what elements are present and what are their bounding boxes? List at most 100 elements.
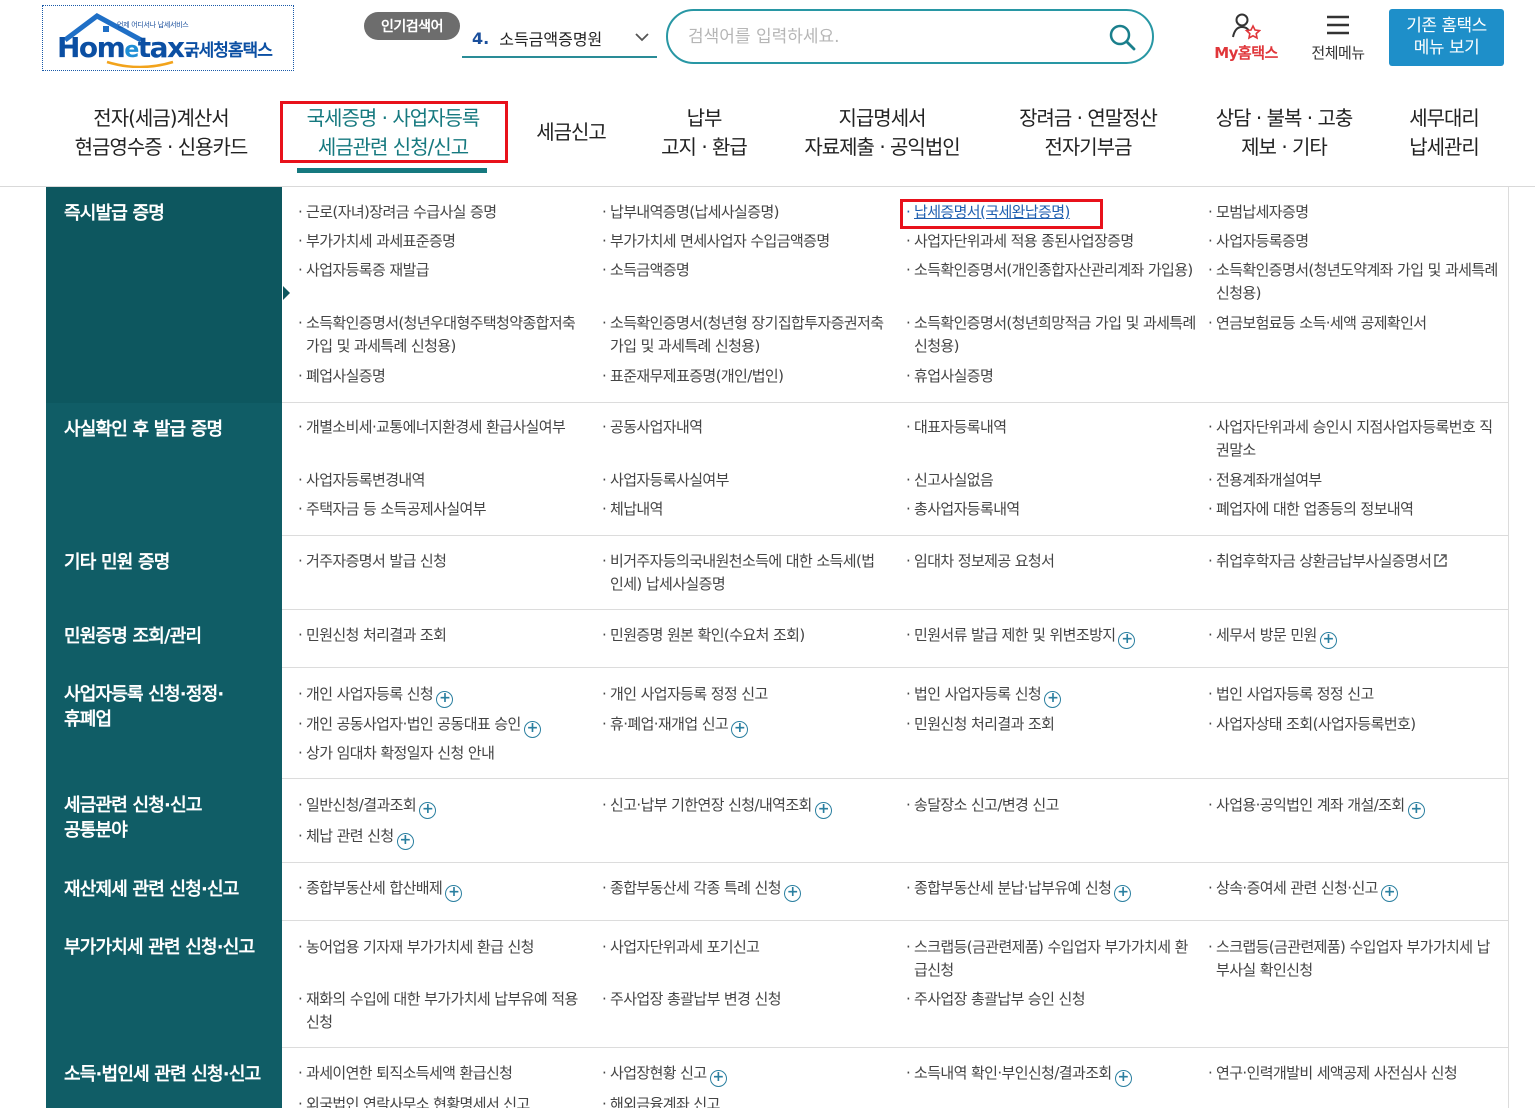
menu-link[interactable]: 외국법인 연락사무소 현황명세서 신고 xyxy=(298,1093,588,1108)
popular-search-select[interactable]: 4. 소득금액증명원 xyxy=(462,20,657,58)
expand-plus-icon[interactable]: + xyxy=(445,885,463,902)
gnb-tax-filing[interactable]: 세금신고 xyxy=(520,118,622,147)
menu-link[interactable]: 거주자증명서 발급 신청 xyxy=(298,550,588,573)
gnb-payment[interactable]: 납부 고지 · 환급 xyxy=(640,104,768,162)
menu-link[interactable]: 사업자등록증 재발급 xyxy=(298,259,588,282)
menu-link[interactable]: 소득확인증명서(개인종합자산관리계좌 가입용) xyxy=(906,259,1196,282)
old-hometax-menu-button[interactable]: 기존 홈택스 메뉴 보기 xyxy=(1389,9,1504,66)
menu-link-expandable[interactable]: 민원서류 발급 제한 및 위변조방지+ xyxy=(906,624,1196,649)
menu-link[interactable]: 연구·인력개발비 세액공제 사전심사 신청 xyxy=(1208,1062,1500,1085)
hometax-logo[interactable]: 언제 어디서나 납세서비스 Hometax. 국세청홈택스 xyxy=(42,5,294,71)
search-icon[interactable] xyxy=(1108,23,1136,51)
menu-link[interactable]: 주택자금 등 소득공제사실여부 xyxy=(298,498,588,521)
menu-link[interactable]: 주사업장 총괄납부 승인 신청 xyxy=(906,988,1196,1011)
category-common-application[interactable]: 세금관련 신청·신고 공통분야 xyxy=(46,779,282,863)
menu-link[interactable]: 사업자등록증명 xyxy=(1208,230,1498,253)
menu-link[interactable]: 사업자단위과세 승인시 지점사업자등록번호 직권말소 xyxy=(1208,416,1500,462)
menu-link[interactable]: 대표자등록내역 xyxy=(906,416,1196,439)
menu-link-expandable[interactable]: 체납 관련 신청+ xyxy=(298,825,588,850)
menu-link[interactable]: 비거주자등의국내원천소득에 대한 소득세(법인세) 납세사실증명 xyxy=(602,550,886,596)
expand-plus-icon[interactable]: + xyxy=(523,721,541,738)
menu-link[interactable]: 공동사업자내역 xyxy=(602,416,892,439)
menu-link[interactable]: 재화의 수입에 대한 부가가치세 납부유예 적용 신청 xyxy=(298,988,590,1034)
expand-plus-icon[interactable]: + xyxy=(731,721,749,738)
gnb-tax-agent[interactable]: 세무대리 납세관리 xyxy=(1392,104,1496,162)
menu-link[interactable]: 농어업용 기자재 부가가치세 환급 신청 xyxy=(298,936,588,959)
menu-link-expandable[interactable]: 소득내역 확인·부인신청/결과조회+ xyxy=(906,1062,1196,1087)
menu-link[interactable]: 민원증명 원본 확인(수요처 조회) xyxy=(602,624,892,647)
gnb-consult-appeal[interactable]: 상담 · 불복 · 고충 제보 · 기타 xyxy=(1200,104,1368,162)
category-after-verification[interactable]: 사실확인 후 발급 증명 xyxy=(46,403,282,536)
menu-link[interactable]: 임대차 정보제공 요청서 xyxy=(906,550,1196,573)
menu-link[interactable]: 과세이연한 퇴직소득세액 환급신청 xyxy=(298,1062,588,1085)
menu-link-expandable[interactable]: 법인 사업자등록 신청+ xyxy=(906,683,1196,708)
gnb-e-invoice[interactable]: 전자(세금)계산서 현금영수증 · 신용카드 xyxy=(62,104,260,162)
menu-link[interactable]: 표준재무제표증명(개인/법인) xyxy=(602,365,892,388)
menu-link-expandable[interactable]: 종합부동산세 각종 특례 신청+ xyxy=(602,877,892,902)
menu-link[interactable]: 개인 사업자등록 정정 신고 xyxy=(602,683,892,706)
menu-link[interactable]: 근로(자녀)장려금 수급사실 증명 xyxy=(298,201,588,224)
menu-link[interactable]: 민원신청 처리결과 조회 xyxy=(298,624,588,647)
menu-link[interactable]: 휴업사실증명 xyxy=(906,365,1196,388)
expand-plus-icon[interactable]: + xyxy=(436,691,454,708)
menu-link[interactable]: 스크랩등(금관련제품) 수입업자 부가가치세 납부사실 확인신청 xyxy=(1208,936,1500,982)
expand-plus-icon[interactable]: + xyxy=(1407,802,1425,819)
menu-link-expandable[interactable]: 상속·증여세 관련 신청·신고+ xyxy=(1208,877,1498,902)
menu-link[interactable]: 전용계좌개설여부 xyxy=(1208,469,1498,492)
menu-link[interactable]: 체납내역 xyxy=(602,498,892,521)
menu-link[interactable]: 소득확인증명서(청년형 장기집합투자증권저축 가입 및 과세특례 신청용) xyxy=(602,312,892,358)
menu-link-expandable[interactable]: 개인 사업자등록 신청+ xyxy=(298,683,588,708)
menu-link-expandable[interactable]: 휴·폐업·재개업 신고+ xyxy=(602,713,892,738)
menu-link[interactable]: 스크랩등(금관련제품) 수입업자 부가가치세 환급신청 xyxy=(906,936,1196,982)
expand-plus-icon[interactable]: + xyxy=(709,1070,727,1087)
expand-plus-icon[interactable]: + xyxy=(783,885,801,902)
menu-link-expandable[interactable]: 사업용·공익법인 계좌 개설/조회+ xyxy=(1208,794,1498,819)
menu-link[interactable]: 납부내역증명(납세사실증명) xyxy=(602,201,892,224)
menu-link[interactable]: 법인 사업자등록 정정 신고 xyxy=(1208,683,1498,706)
menu-link[interactable]: 사업자상태 조회(사업자등록번호) xyxy=(1208,713,1498,736)
menu-link[interactable]: 상가 임대차 확정일자 신청 안내 xyxy=(298,742,588,765)
my-hometax-button[interactable]: My홈택스 xyxy=(1204,12,1288,68)
category-vat[interactable]: 부가가치세 관련 신청·신고 xyxy=(46,921,282,1048)
category-income-corporate-tax[interactable]: 소득·법인세 관련 신청·신고 xyxy=(46,1048,282,1108)
expand-plus-icon[interactable]: + xyxy=(1380,885,1398,902)
menu-link[interactable]: 사업자단위과세 포기신고 xyxy=(602,936,892,959)
menu-link[interactable]: 소득확인증명서(청년우대형주택청약종합저축 가입 및 과세특례 신청용) xyxy=(298,312,590,358)
category-property-tax[interactable]: 재산제세 관련 신청·신고 xyxy=(46,863,282,921)
menu-link-expandable[interactable]: 종합부동산세 합산배제+ xyxy=(298,877,588,902)
category-other-certificate[interactable]: 기타 민원 증명 xyxy=(46,536,282,610)
menu-link-expandable[interactable]: 일반신청/결과조회+ xyxy=(298,794,588,819)
expand-plus-icon[interactable]: + xyxy=(1118,632,1136,649)
menu-link[interactable]: 부가가치세 면세사업자 수입금액증명 xyxy=(602,230,892,253)
menu-link[interactable]: 해외금융계좌 신고 xyxy=(602,1093,892,1108)
menu-link[interactable]: 소득금액증명 xyxy=(602,259,892,282)
expand-plus-icon[interactable]: + xyxy=(1114,885,1132,902)
gnb-payment-statement[interactable]: 지급명세서 자료제출 · 공익법인 xyxy=(790,104,974,162)
menu-link[interactable]: 폐업사실증명 xyxy=(298,365,588,388)
menu-link[interactable]: 민원신청 처리결과 조회 xyxy=(906,713,1196,736)
expand-plus-icon[interactable]: + xyxy=(419,802,437,819)
all-menu-button[interactable]: 전체메뉴 xyxy=(1300,12,1376,68)
menu-link[interactable]: 폐업자에 대한 업종등의 정보내역 xyxy=(1208,498,1498,521)
menu-link[interactable]: 주사업장 총괄납부 변경 신청 xyxy=(602,988,892,1011)
category-business-registration[interactable]: 사업자등록 신청·정정· 휴폐업 xyxy=(46,668,282,779)
category-certificate-management[interactable]: 민원증명 조회/관리 xyxy=(46,610,282,668)
category-instant-certificate[interactable]: 즉시발급 증명 xyxy=(46,187,282,403)
menu-link[interactable]: 사업자등록변경내역 xyxy=(298,469,588,492)
gnb-incentive-yearend[interactable]: 장려금 · 연말정산 전자기부금 xyxy=(1000,104,1176,162)
menu-link[interactable]: 총사업자등록내역 xyxy=(906,498,1196,521)
menu-link-student-loan[interactable]: 취업후학자금 상환금납부사실증명서 xyxy=(1208,550,1478,573)
menu-link-expandable[interactable]: 개인 공동사업자·법인 공동대표 승인+ xyxy=(298,713,588,738)
menu-link-expandable[interactable]: 세무서 방문 민원+ xyxy=(1208,624,1498,649)
menu-link[interactable]: 소득확인증명서(청년희망적금 가입 및 과세특례 신청용) xyxy=(906,312,1198,358)
expand-plus-icon[interactable]: + xyxy=(1044,691,1062,708)
menu-link[interactable]: 부가가치세 과세표준증명 xyxy=(298,230,588,253)
menu-link[interactable]: 송달장소 신고/변경 신고 xyxy=(906,794,1196,817)
search-input[interactable] xyxy=(688,23,1088,51)
menu-link-expandable[interactable]: 사업장현황 신고+ xyxy=(602,1062,892,1087)
expand-plus-icon[interactable]: + xyxy=(1114,1070,1132,1087)
menu-link[interactable]: 사업자단위과세 적용 종된사업장증명 xyxy=(906,230,1196,253)
menu-link[interactable]: 개별소비세·교통에너지환경세 환급사실여부 xyxy=(298,416,586,439)
menu-link[interactable]: 모범납세자증명 xyxy=(1208,201,1498,224)
menu-link[interactable]: 연금보험료등 소득·세액 공제확인서 xyxy=(1208,312,1498,335)
